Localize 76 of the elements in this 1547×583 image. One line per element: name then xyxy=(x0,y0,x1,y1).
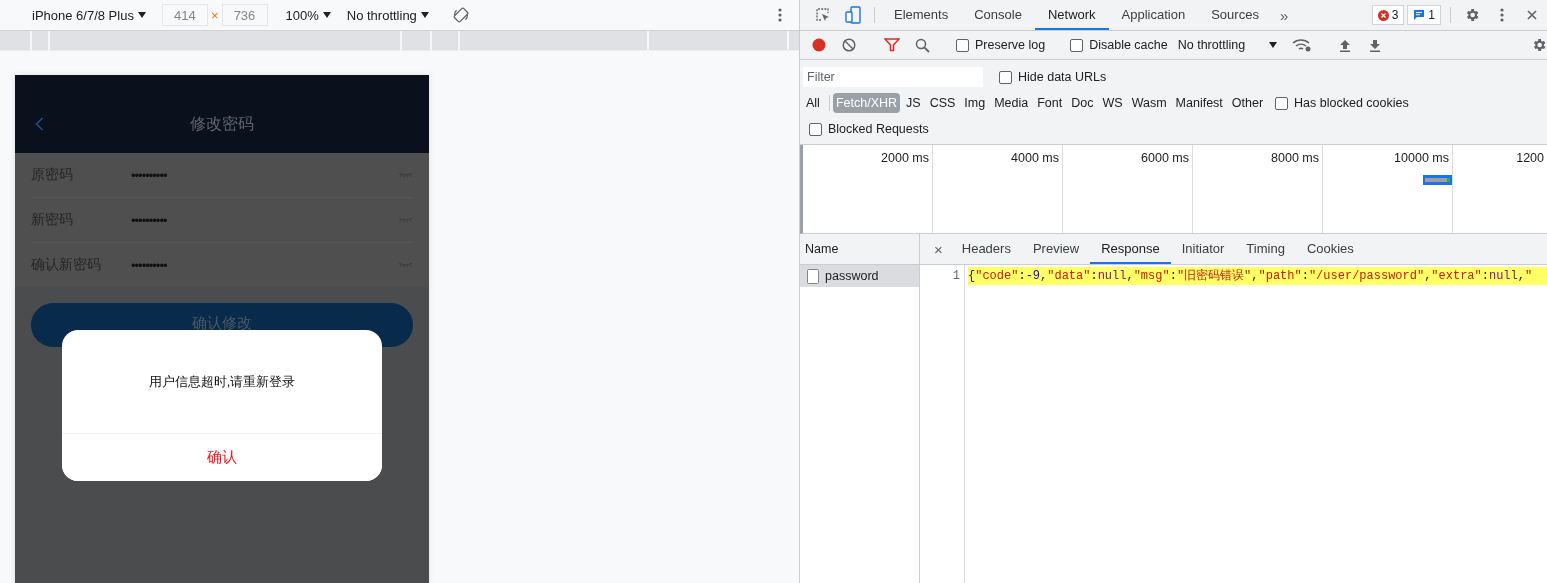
detail-tab[interactable]: Preview xyxy=(1021,234,1091,264)
message-icon xyxy=(1413,9,1426,21)
resource-type-filter[interactable]: Manifest xyxy=(1172,93,1226,113)
message-count: 1 xyxy=(1428,8,1435,22)
panel-tab[interactable]: Console xyxy=(961,0,1035,30)
dialog-confirm-button[interactable]: 确认 xyxy=(62,433,382,481)
detail-tab[interactable]: Response xyxy=(1090,234,1171,264)
panel-tab[interactable]: Elements xyxy=(881,0,962,30)
time-tick-label: 2000 ms xyxy=(881,151,929,165)
throttling-dropdown[interactable]: No throttling xyxy=(346,7,429,23)
zoom-dropdown[interactable]: 100% xyxy=(285,7,331,23)
more-icon[interactable] xyxy=(778,8,782,22)
inspect-icon[interactable] xyxy=(815,7,831,23)
time-tick-label: 4000 ms xyxy=(1011,151,1059,165)
request-row[interactable]: password xyxy=(800,265,919,287)
width-field[interactable]: 414 xyxy=(161,4,208,26)
resource-type-filter[interactable]: Other xyxy=(1228,93,1267,113)
checkbox[interactable]: Disable cache xyxy=(1070,38,1168,52)
device-toggle-icon[interactable] xyxy=(845,6,861,24)
device-dropdown[interactable]: iPhone 6/7/8 Plus xyxy=(32,7,146,23)
clear-icon[interactable] xyxy=(842,38,856,52)
search-icon[interactable] xyxy=(914,37,930,53)
caret-icon xyxy=(1269,42,1278,48)
settings-icon[interactable] xyxy=(1531,37,1547,53)
time-tick-label: 8000 ms xyxy=(1271,151,1319,165)
settings-icon[interactable] xyxy=(1464,7,1480,23)
resource-type-filter[interactable]: Media xyxy=(991,93,1032,113)
checkbox[interactable]: Blocked Requests xyxy=(809,122,929,136)
resource-type-filter[interactable]: Img xyxy=(961,93,989,113)
error-count: 3 xyxy=(1391,8,1399,22)
caret-icon xyxy=(137,12,146,18)
error-icon xyxy=(1377,9,1389,21)
upload-icon[interactable] xyxy=(1339,38,1352,52)
resource-type-filter[interactable]: JS xyxy=(903,93,924,113)
download-icon[interactable] xyxy=(1369,38,1382,52)
panel-tab[interactable]: Sources xyxy=(1198,0,1272,30)
error-count-badge[interactable]: 3 xyxy=(1371,5,1405,25)
checkbox[interactable]: Has blocked cookies xyxy=(1275,96,1409,110)
resource-type-filter[interactable]: Doc xyxy=(1068,93,1097,113)
close-icon[interactable] xyxy=(1527,10,1537,20)
more-tabs-button[interactable]: » xyxy=(1271,0,1297,30)
throttling-dropdown[interactable]: No throttling xyxy=(1177,38,1278,52)
time-tick-label: 1200 xyxy=(1516,151,1544,165)
detail-tab[interactable]: Timing xyxy=(1235,234,1296,264)
panel-tab[interactable]: Application xyxy=(1108,0,1199,30)
time-tick-label: 6000 ms xyxy=(1141,151,1189,165)
resource-type-filter[interactable]: WS xyxy=(1099,93,1126,113)
resource-type-filter[interactable]: CSS xyxy=(926,93,959,113)
message-count-badge[interactable]: 1 xyxy=(1407,5,1441,25)
more-icon[interactable] xyxy=(1500,8,1504,22)
network-conditions-icon[interactable] xyxy=(1292,38,1313,52)
filter-icon[interactable] xyxy=(884,38,900,52)
detail-tab[interactable]: Headers xyxy=(950,234,1022,264)
detail-tab[interactable]: Initiator xyxy=(1170,234,1236,264)
line-number: 1 xyxy=(951,269,960,283)
checkbox[interactable]: Hide data URLs xyxy=(999,70,1107,84)
dialog-message: 用户信息超时,请重新登录 xyxy=(147,372,297,391)
resource-type-filter[interactable]: Wasm xyxy=(1128,93,1170,113)
record-icon[interactable] xyxy=(812,38,826,52)
height-field[interactable]: 736 xyxy=(221,4,268,26)
caret-icon xyxy=(420,12,429,18)
waterfall-bar xyxy=(1423,175,1452,185)
time-tick-label: 10000 ms xyxy=(1394,151,1449,165)
request-name: password xyxy=(825,269,879,283)
filter-field[interactable]: Filter xyxy=(803,67,983,87)
rotate-icon[interactable] xyxy=(452,7,469,23)
page-title: 修改密码 xyxy=(190,114,254,134)
column-header[interactable]: Name xyxy=(800,234,919,265)
resource-type-filter[interactable]: All xyxy=(803,93,823,113)
checkbox[interactable]: Preserve log xyxy=(956,38,1046,52)
file-icon xyxy=(807,268,819,284)
close-button[interactable]: × xyxy=(926,234,951,264)
resource-type-filter[interactable]: Font xyxy=(1034,93,1066,113)
caret-icon xyxy=(322,12,331,18)
times-sign: × xyxy=(210,7,219,23)
detail-tab[interactable]: Cookies xyxy=(1295,234,1365,264)
